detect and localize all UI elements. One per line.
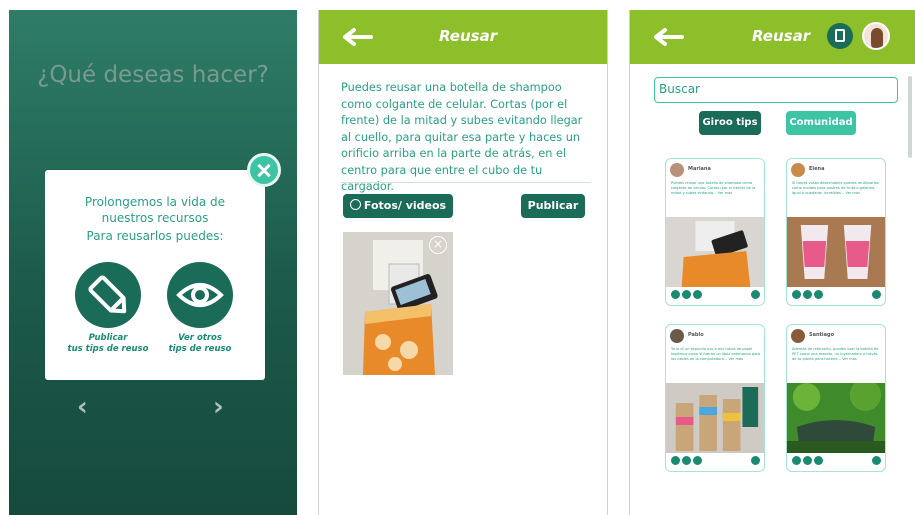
tip-card[interactable]: Elena Si tienes vasos desechables puedes…: [786, 158, 886, 306]
back-arrow-icon[interactable]: [652, 27, 684, 47]
publish-caption-2: tus tips de reuso: [67, 344, 149, 354]
publish-tip-screen: Reusar Puedes reusar una botella de sham…: [318, 10, 608, 515]
avatar: [791, 163, 805, 177]
card-image: [787, 217, 885, 287]
share-icon[interactable]: [751, 456, 760, 465]
view-caption-2: tips de reuso: [168, 344, 232, 354]
question-title: ¿Qué deseas hacer?: [37, 62, 269, 88]
card-image: [666, 383, 764, 453]
card-image: [666, 217, 764, 287]
card-text: Además de reforzarlo, puedes usar la bot…: [792, 347, 879, 361]
like-icon[interactable]: [792, 456, 801, 465]
card-text: Si tienes vasos desechables puedes reuti…: [792, 181, 879, 195]
publish-tips-caption[interactable]: Publicar tus tips de reuso: [58, 333, 158, 355]
card-actions: [792, 290, 882, 300]
eye-icon: [176, 283, 224, 307]
page-title: Reusar: [439, 27, 498, 45]
chevron-right-icon[interactable]: ›: [213, 392, 224, 422]
avatar[interactable]: [862, 22, 890, 50]
photos-videos-label: Fotos/ videos: [363, 199, 447, 212]
comment-icon[interactable]: [803, 456, 812, 465]
tip-card[interactable]: Pablo Yo lo di un segundo uso a mis tubo…: [665, 324, 765, 472]
share-icon[interactable]: [872, 290, 881, 299]
scrollbar[interactable]: [908, 76, 912, 158]
save-icon[interactable]: [814, 456, 823, 465]
divider: [341, 182, 591, 183]
save-icon[interactable]: [693, 456, 702, 465]
tip-card[interactable]: Santiago Además de reforzarlo, puedes us…: [786, 324, 886, 472]
search-input[interactable]: Buscar: [654, 77, 898, 103]
notification-icon[interactable]: [827, 23, 853, 49]
header-bar: Reusar: [630, 10, 915, 64]
save-icon[interactable]: [814, 290, 823, 299]
card-author: Santiago: [809, 332, 835, 338]
close-icon[interactable]: [247, 153, 281, 187]
publish-caption-1: Publicar: [88, 333, 128, 343]
share-icon[interactable]: [751, 290, 760, 299]
comment-icon[interactable]: [682, 290, 691, 299]
card-actions: [792, 456, 882, 466]
view-tips-caption[interactable]: Ver otros tips de reuso: [150, 333, 250, 355]
like-icon[interactable]: [671, 456, 680, 465]
card-author: Elena: [809, 166, 825, 172]
camera-icon: [349, 199, 361, 210]
tip-text-field[interactable]: Puedes reusar una botella de shampoo com…: [341, 80, 593, 196]
like-icon[interactable]: [671, 290, 680, 299]
chevron-left-icon[interactable]: ‹: [77, 392, 88, 422]
modal-line-2: nuestros recursos: [101, 211, 209, 225]
back-arrow-icon[interactable]: [341, 27, 373, 47]
card-actions: [671, 456, 761, 466]
card-author: Mariana: [688, 166, 711, 172]
avatar: [791, 329, 805, 343]
page-title: Reusar: [752, 27, 811, 45]
header-bar: Reusar: [319, 10, 607, 64]
view-caption-1: Ver otros: [178, 333, 222, 343]
card-text: Yo lo di un segundo uso a mis tubos de p…: [671, 347, 761, 361]
tab-giroo-tips[interactable]: Giroo tips: [699, 111, 761, 135]
modal-line-3: Para reusarlos puedes:: [86, 229, 224, 243]
tab-comunidad[interactable]: Comunidad: [786, 111, 856, 135]
attached-photo: ×: [343, 232, 453, 375]
save-icon[interactable]: [693, 290, 702, 299]
card-image: [787, 383, 885, 453]
action-choice-screen: ¿Qué deseas hacer? Prolongemos la vida d…: [9, 10, 297, 515]
comment-icon[interactable]: [682, 456, 691, 465]
share-icon[interactable]: [872, 456, 881, 465]
avatar: [670, 329, 684, 343]
photos-videos-button[interactable]: Fotos/ videos: [343, 194, 453, 218]
reuse-modal: Prolongemos la vida de nuestros recursos…: [45, 170, 265, 380]
modal-line-1: Prolongemos la vida de: [84, 195, 226, 209]
pencil-icon: [88, 275, 127, 314]
avatar: [670, 163, 684, 177]
community-feed-screen: Reusar Buscar Giroo tips Comunidad Maria…: [629, 10, 915, 515]
remove-photo-icon[interactable]: ×: [429, 236, 447, 254]
card-author: Pablo: [688, 332, 704, 338]
view-tips-button[interactable]: [167, 262, 233, 328]
card-actions: [671, 290, 761, 300]
comment-icon[interactable]: [803, 290, 812, 299]
publish-button[interactable]: Publicar: [521, 194, 585, 218]
card-text: Puedes reusar una botella de shampoo com…: [671, 181, 756, 195]
tip-card[interactable]: Mariana Puedes reusar una botella de sha…: [665, 158, 765, 306]
like-icon[interactable]: [792, 290, 801, 299]
publish-tips-button[interactable]: [75, 262, 141, 328]
